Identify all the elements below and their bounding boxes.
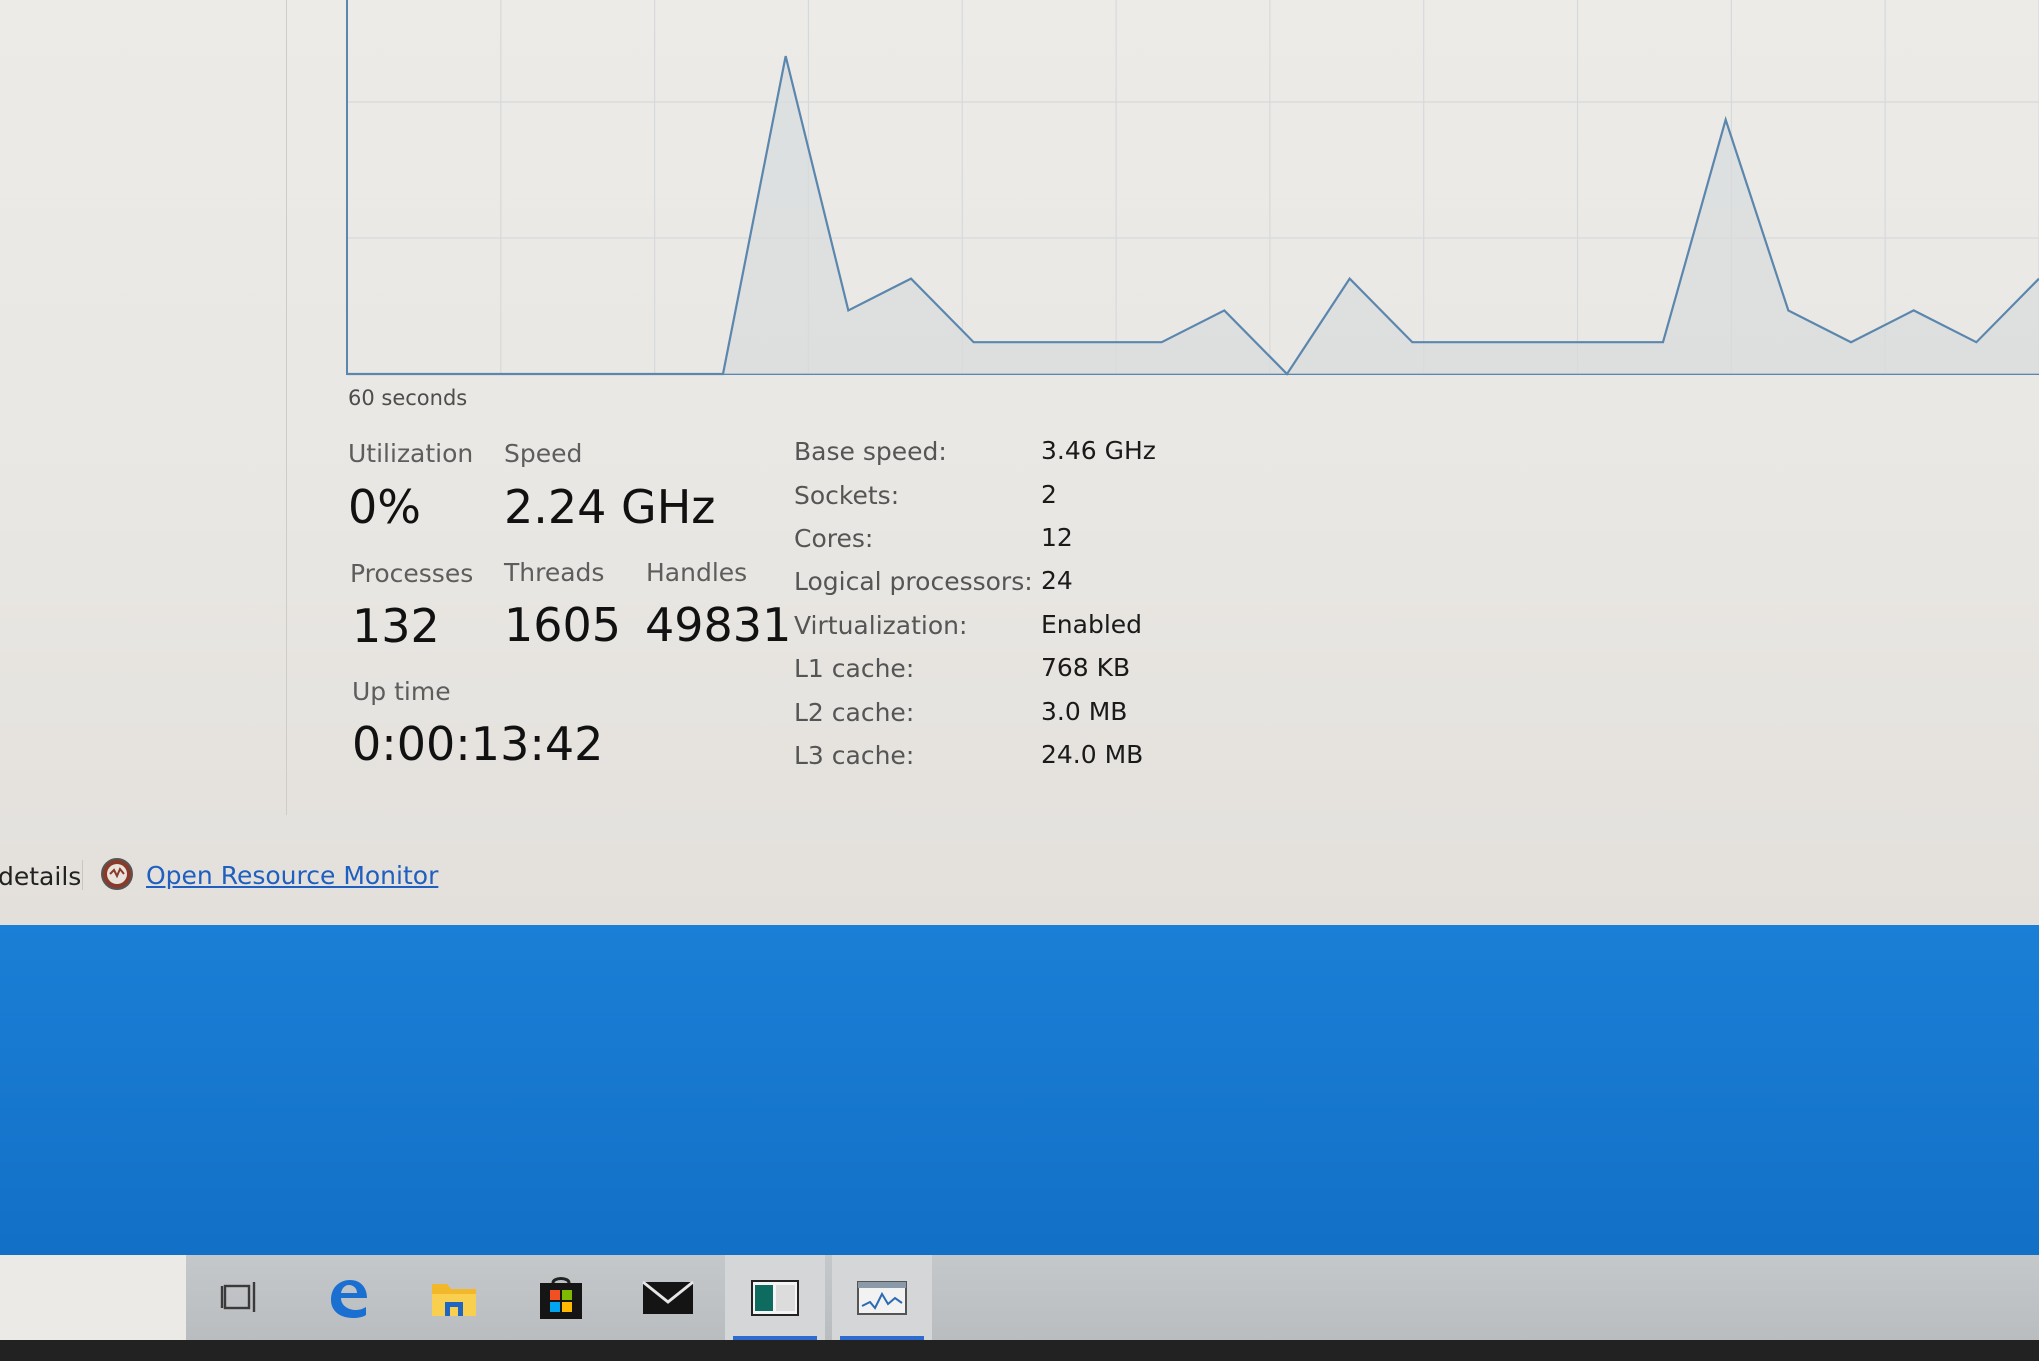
processes-label: Processes xyxy=(350,559,474,588)
spec-value-cores: 12 xyxy=(1041,523,1073,552)
spec-label-base-speed: Base speed: xyxy=(794,437,947,466)
taskbar-search-box[interactable] xyxy=(0,1255,186,1340)
spec-value-base-speed: 3.46 GHz xyxy=(1041,436,1156,465)
uptime-label: Up time xyxy=(352,677,451,706)
monitor-bezel xyxy=(0,1340,2039,1361)
cpu-utilization-graph xyxy=(341,0,2039,378)
task-manager-button[interactable] xyxy=(832,1255,932,1340)
left-panel-divider xyxy=(286,0,287,815)
utilization-value: 0% xyxy=(348,480,421,534)
resource-monitor-icon[interactable] xyxy=(100,857,134,891)
open-resource-monitor-link[interactable]: Open Resource Monitor xyxy=(146,861,438,890)
file-explorer-button[interactable] xyxy=(404,1255,504,1340)
task-view-icon xyxy=(220,1281,256,1312)
taskbar xyxy=(0,1255,2039,1340)
spec-value-virtualization: Enabled xyxy=(1041,610,1143,639)
spec-value-logical-processors: 24 xyxy=(1041,566,1073,595)
spec-label-l2-cache: L2 cache: xyxy=(794,698,915,727)
graph-time-span-label: 60 seconds xyxy=(348,386,468,410)
spec-label-l1-cache: L1 cache: xyxy=(794,654,915,683)
spec-label-cores: Cores: xyxy=(794,524,874,553)
spec-label-l3-cache: L3 cache: xyxy=(794,741,915,770)
app-window-button[interactable] xyxy=(725,1255,825,1340)
task-manager-window: 60 seconds Utilization 0% Speed 2.24 GHz… xyxy=(0,0,2039,925)
cpu-graph-svg xyxy=(346,0,2039,376)
handles-label: Handles xyxy=(646,558,748,587)
threads-value: 1605 xyxy=(504,598,622,652)
mail-button[interactable] xyxy=(618,1255,718,1340)
task-view-button[interactable] xyxy=(190,1255,290,1340)
spec-value-l1-cache: 768 KB xyxy=(1041,653,1131,682)
app-window-icon xyxy=(751,1279,799,1316)
processes-value: 132 xyxy=(352,599,440,653)
mail-icon xyxy=(642,1280,694,1314)
file-explorer-icon xyxy=(432,1283,476,1316)
edge-button[interactable] xyxy=(297,1255,397,1340)
store-button[interactable] xyxy=(511,1255,611,1340)
uptime-value: 0:00:13:42 xyxy=(352,717,604,771)
spec-label-sockets: Sockets: xyxy=(794,481,900,510)
threads-label: Threads xyxy=(504,558,605,587)
store-icon xyxy=(540,1276,582,1319)
task-manager-icon xyxy=(857,1280,907,1315)
spec-label-logical-processors: Logical processors: xyxy=(794,567,1033,596)
utilization-label: Utilization xyxy=(348,439,474,468)
desktop-background xyxy=(0,925,2039,1255)
speed-label: Speed xyxy=(504,439,583,468)
spec-value-sockets: 2 xyxy=(1041,480,1057,509)
fewer-details-link[interactable]: details xyxy=(0,862,81,891)
speed-value: 2.24 GHz xyxy=(504,480,716,534)
spec-value-l2-cache: 3.0 MB xyxy=(1041,697,1128,726)
footer-separator xyxy=(82,860,83,890)
handles-value: 49831 xyxy=(645,598,792,652)
spec-value-l3-cache: 24.0 MB xyxy=(1041,740,1144,769)
edge-icon xyxy=(331,1279,367,1318)
spec-label-virtualization: Virtualization: xyxy=(794,611,968,640)
